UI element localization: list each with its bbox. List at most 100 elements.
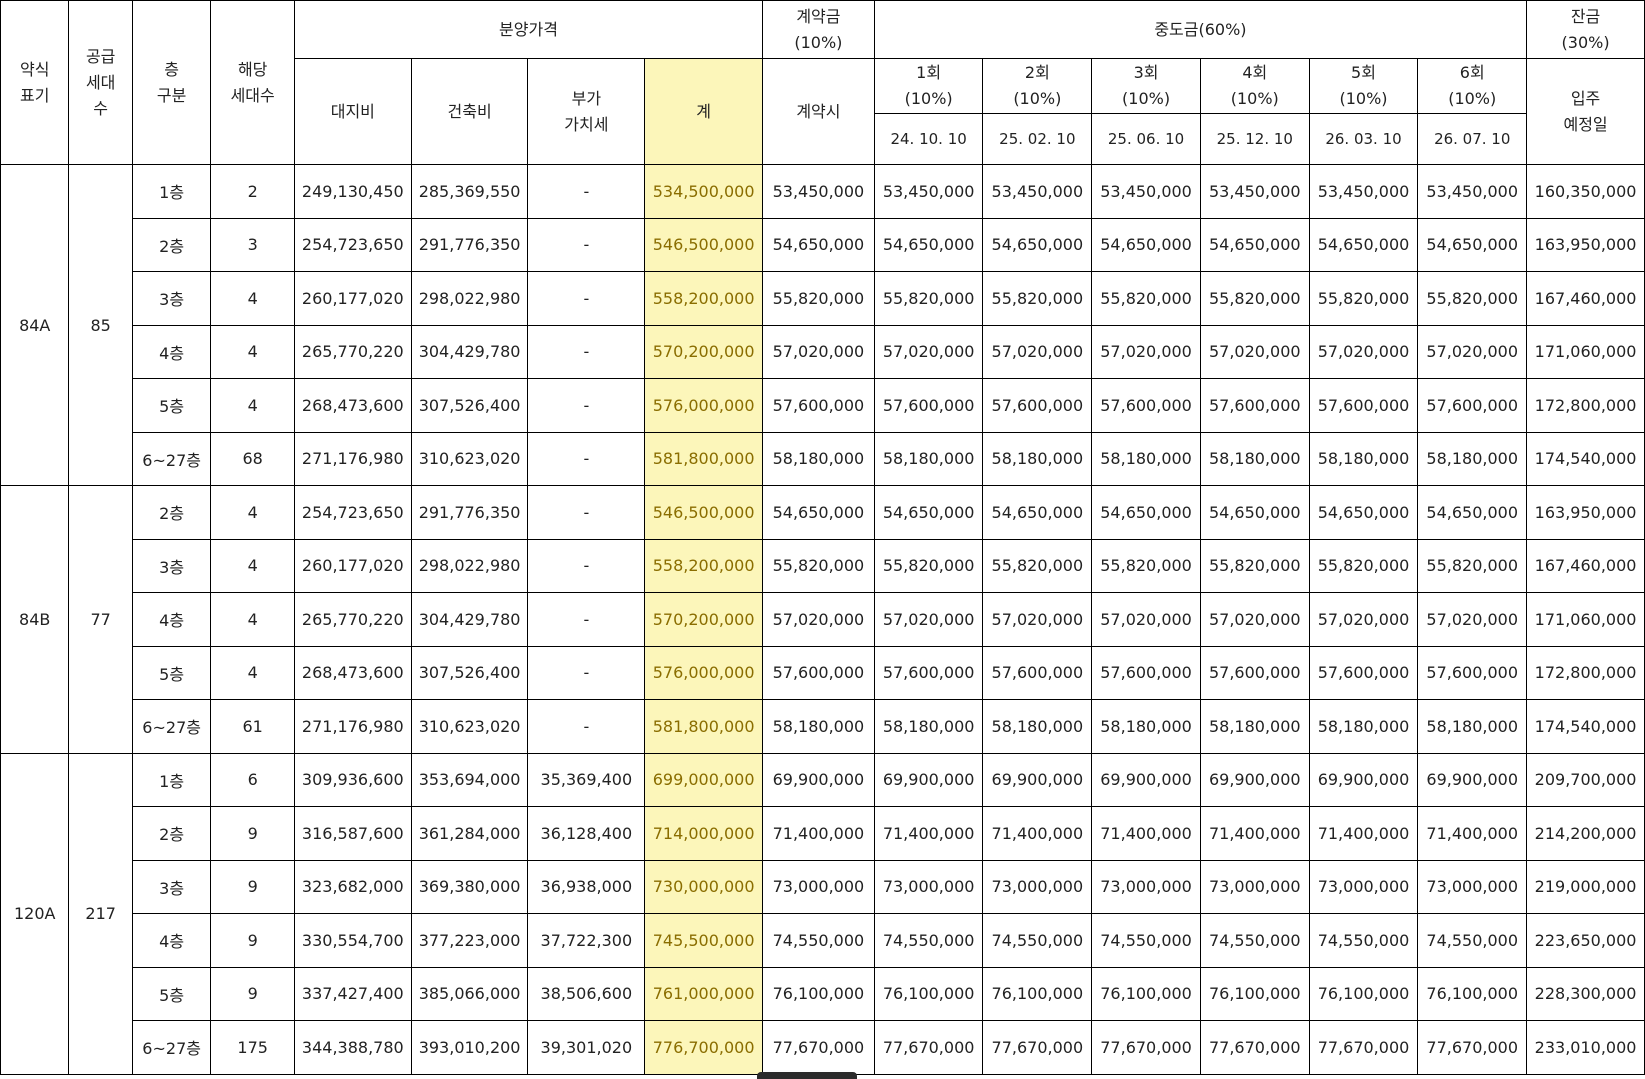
- scroll-indicator[interactable]: [757, 1072, 857, 1079]
- supply-cell: 217: [68, 752, 133, 1075]
- floor-cell: 4층: [131, 324, 212, 379]
- balance-cell: 209,700,000: [1526, 752, 1645, 807]
- table-row: 5층 4 268,473,600 307,526,400-576,000,000 57,…: [1, 645, 1645, 700]
- middle-cell-6: 54,650,000: [1417, 485, 1528, 540]
- total-cell: 558,200,000: [644, 271, 764, 326]
- units-cell: 175: [210, 1020, 295, 1075]
- deposit-cell: 55,820,000: [762, 271, 875, 326]
- building-cell: 298,022,980: [410, 538, 529, 593]
- middle-cell-1: 55,820,000: [873, 271, 984, 326]
- header-middle-5: 5회 (10%): [1308, 58, 1419, 114]
- middle-cell-1: 57,600,000: [873, 645, 984, 700]
- floor-cell: 4층: [131, 592, 212, 647]
- price-table-body: 84A 85 1층 2 249,130,450 285,369,550-534,500,0…: [0, 164, 1645, 1075]
- balance-cell: 228,300,000: [1526, 966, 1645, 1021]
- total-cell: 546,500,000: [644, 485, 764, 540]
- middle-cell-2: 77,670,000: [982, 1020, 1093, 1075]
- header-type: 약식 표기: [0, 0, 70, 165]
- middle-cell-6: 55,820,000: [1417, 271, 1528, 326]
- units-cell: 9: [210, 913, 295, 968]
- units-cell: 4: [210, 538, 295, 593]
- middle-cell-5: 71,400,000: [1308, 806, 1419, 861]
- middle-cell-4: 53,450,000: [1199, 164, 1310, 219]
- middle-cell-3: 54,650,000: [1091, 485, 1201, 540]
- vat-cell: -: [527, 699, 646, 754]
- middle-cell-3: 57,020,000: [1091, 324, 1201, 379]
- deposit-cell: 76,100,000: [762, 966, 875, 1021]
- deposit-cell: 74,550,000: [762, 913, 875, 968]
- balance-cell: 233,010,000: [1526, 1020, 1645, 1075]
- middle-cell-2: 53,450,000: [982, 164, 1093, 219]
- type-cell: 84B: [0, 485, 70, 754]
- middle-cell-6: 76,100,000: [1417, 966, 1528, 1021]
- middle-cell-1: 74,550,000: [873, 913, 984, 968]
- middle-cell-6: 71,400,000: [1417, 806, 1528, 861]
- middle-cell-2: 73,000,000: [982, 859, 1093, 914]
- middle-cell-4: 57,020,000: [1199, 592, 1310, 647]
- type-cell: 120A: [0, 752, 70, 1075]
- middle-cell-1: 58,180,000: [873, 431, 984, 486]
- land-cell: 344,388,780: [293, 1020, 412, 1075]
- deposit-cell: 53,450,000: [762, 164, 875, 219]
- header-middle-1-date: 24. 10. 10: [873, 113, 984, 165]
- building-cell: 310,623,020: [410, 699, 529, 754]
- building-cell: 304,429,780: [410, 324, 529, 379]
- units-cell: 61: [210, 699, 295, 754]
- vat-cell: -: [527, 217, 646, 272]
- middle-cell-6: 57,600,000: [1417, 645, 1528, 700]
- middle-cell-2: 54,650,000: [982, 485, 1093, 540]
- deposit-cell: 71,400,000: [762, 806, 875, 861]
- land-cell: 271,176,980: [293, 699, 412, 754]
- table-row: 3층 4 260,177,020 298,022,980-558,200,000 55,…: [1, 538, 1645, 593]
- middle-cell-2: 71,400,000: [982, 806, 1093, 861]
- middle-cell-1: 55,820,000: [873, 538, 984, 593]
- deposit-cell: 73,000,000: [762, 859, 875, 914]
- middle-cell-4: 69,900,000: [1199, 752, 1310, 807]
- middle-cell-5: 77,670,000: [1308, 1020, 1419, 1075]
- building-cell: 291,776,350: [410, 485, 529, 540]
- deposit-cell: 69,900,000: [762, 752, 875, 807]
- vat-cell: -: [527, 538, 646, 593]
- middle-cell-5: 73,000,000: [1308, 859, 1419, 914]
- total-cell: 534,500,000: [644, 164, 764, 219]
- middle-cell-4: 57,600,000: [1199, 645, 1310, 700]
- building-cell: 369,380,000: [410, 859, 529, 914]
- middle-cell-2: 69,900,000: [982, 752, 1093, 807]
- building-cell: 298,022,980: [410, 271, 529, 326]
- balance-cell: 167,460,000: [1526, 271, 1645, 326]
- floor-cell: 2층: [131, 485, 212, 540]
- building-cell: 361,284,000: [410, 806, 529, 861]
- deposit-cell: 54,650,000: [762, 485, 875, 540]
- header-units: 해당 세대수: [210, 0, 295, 165]
- middle-cell-5: 54,650,000: [1308, 217, 1419, 272]
- units-cell: 3: [210, 217, 295, 272]
- balance-cell: 214,200,000: [1526, 806, 1645, 861]
- middle-cell-4: 55,820,000: [1199, 271, 1310, 326]
- middle-cell-1: 57,020,000: [873, 324, 984, 379]
- middle-cell-3: 76,100,000: [1091, 966, 1201, 1021]
- header-middle-2-date: 25. 02. 10: [982, 113, 1093, 165]
- land-cell: 268,473,600: [293, 378, 412, 433]
- price-table: 약식 표기 공급 세대 수 층 구분 해당 세대수 분양가격 계약금 (10%) 중도금(6…: [0, 0, 1645, 1075]
- middle-cell-1: 54,650,000: [873, 217, 984, 272]
- middle-cell-1: 57,020,000: [873, 592, 984, 647]
- balance-cell: 174,540,000: [1526, 699, 1645, 754]
- units-cell: 4: [210, 271, 295, 326]
- middle-cell-6: 58,180,000: [1417, 431, 1528, 486]
- land-cell: 271,176,980: [293, 431, 412, 486]
- balance-cell: 172,800,000: [1526, 378, 1645, 433]
- balance-cell: 172,800,000: [1526, 645, 1645, 700]
- floor-cell: 2층: [131, 217, 212, 272]
- middle-cell-3: 57,020,000: [1091, 592, 1201, 647]
- floor-cell: 5층: [131, 378, 212, 433]
- units-cell: 2: [210, 164, 295, 219]
- balance-cell: 174,540,000: [1526, 431, 1645, 486]
- deposit-cell: 58,180,000: [762, 431, 875, 486]
- total-cell: 576,000,000: [644, 645, 764, 700]
- header-balance-group: 잔금 (30%): [1526, 0, 1645, 59]
- middle-cell-3: 53,450,000: [1091, 164, 1201, 219]
- header-building: 건축비: [410, 58, 529, 165]
- floor-cell: 1층: [131, 752, 212, 807]
- deposit-cell: 57,020,000: [762, 324, 875, 379]
- middle-cell-3: 58,180,000: [1091, 699, 1201, 754]
